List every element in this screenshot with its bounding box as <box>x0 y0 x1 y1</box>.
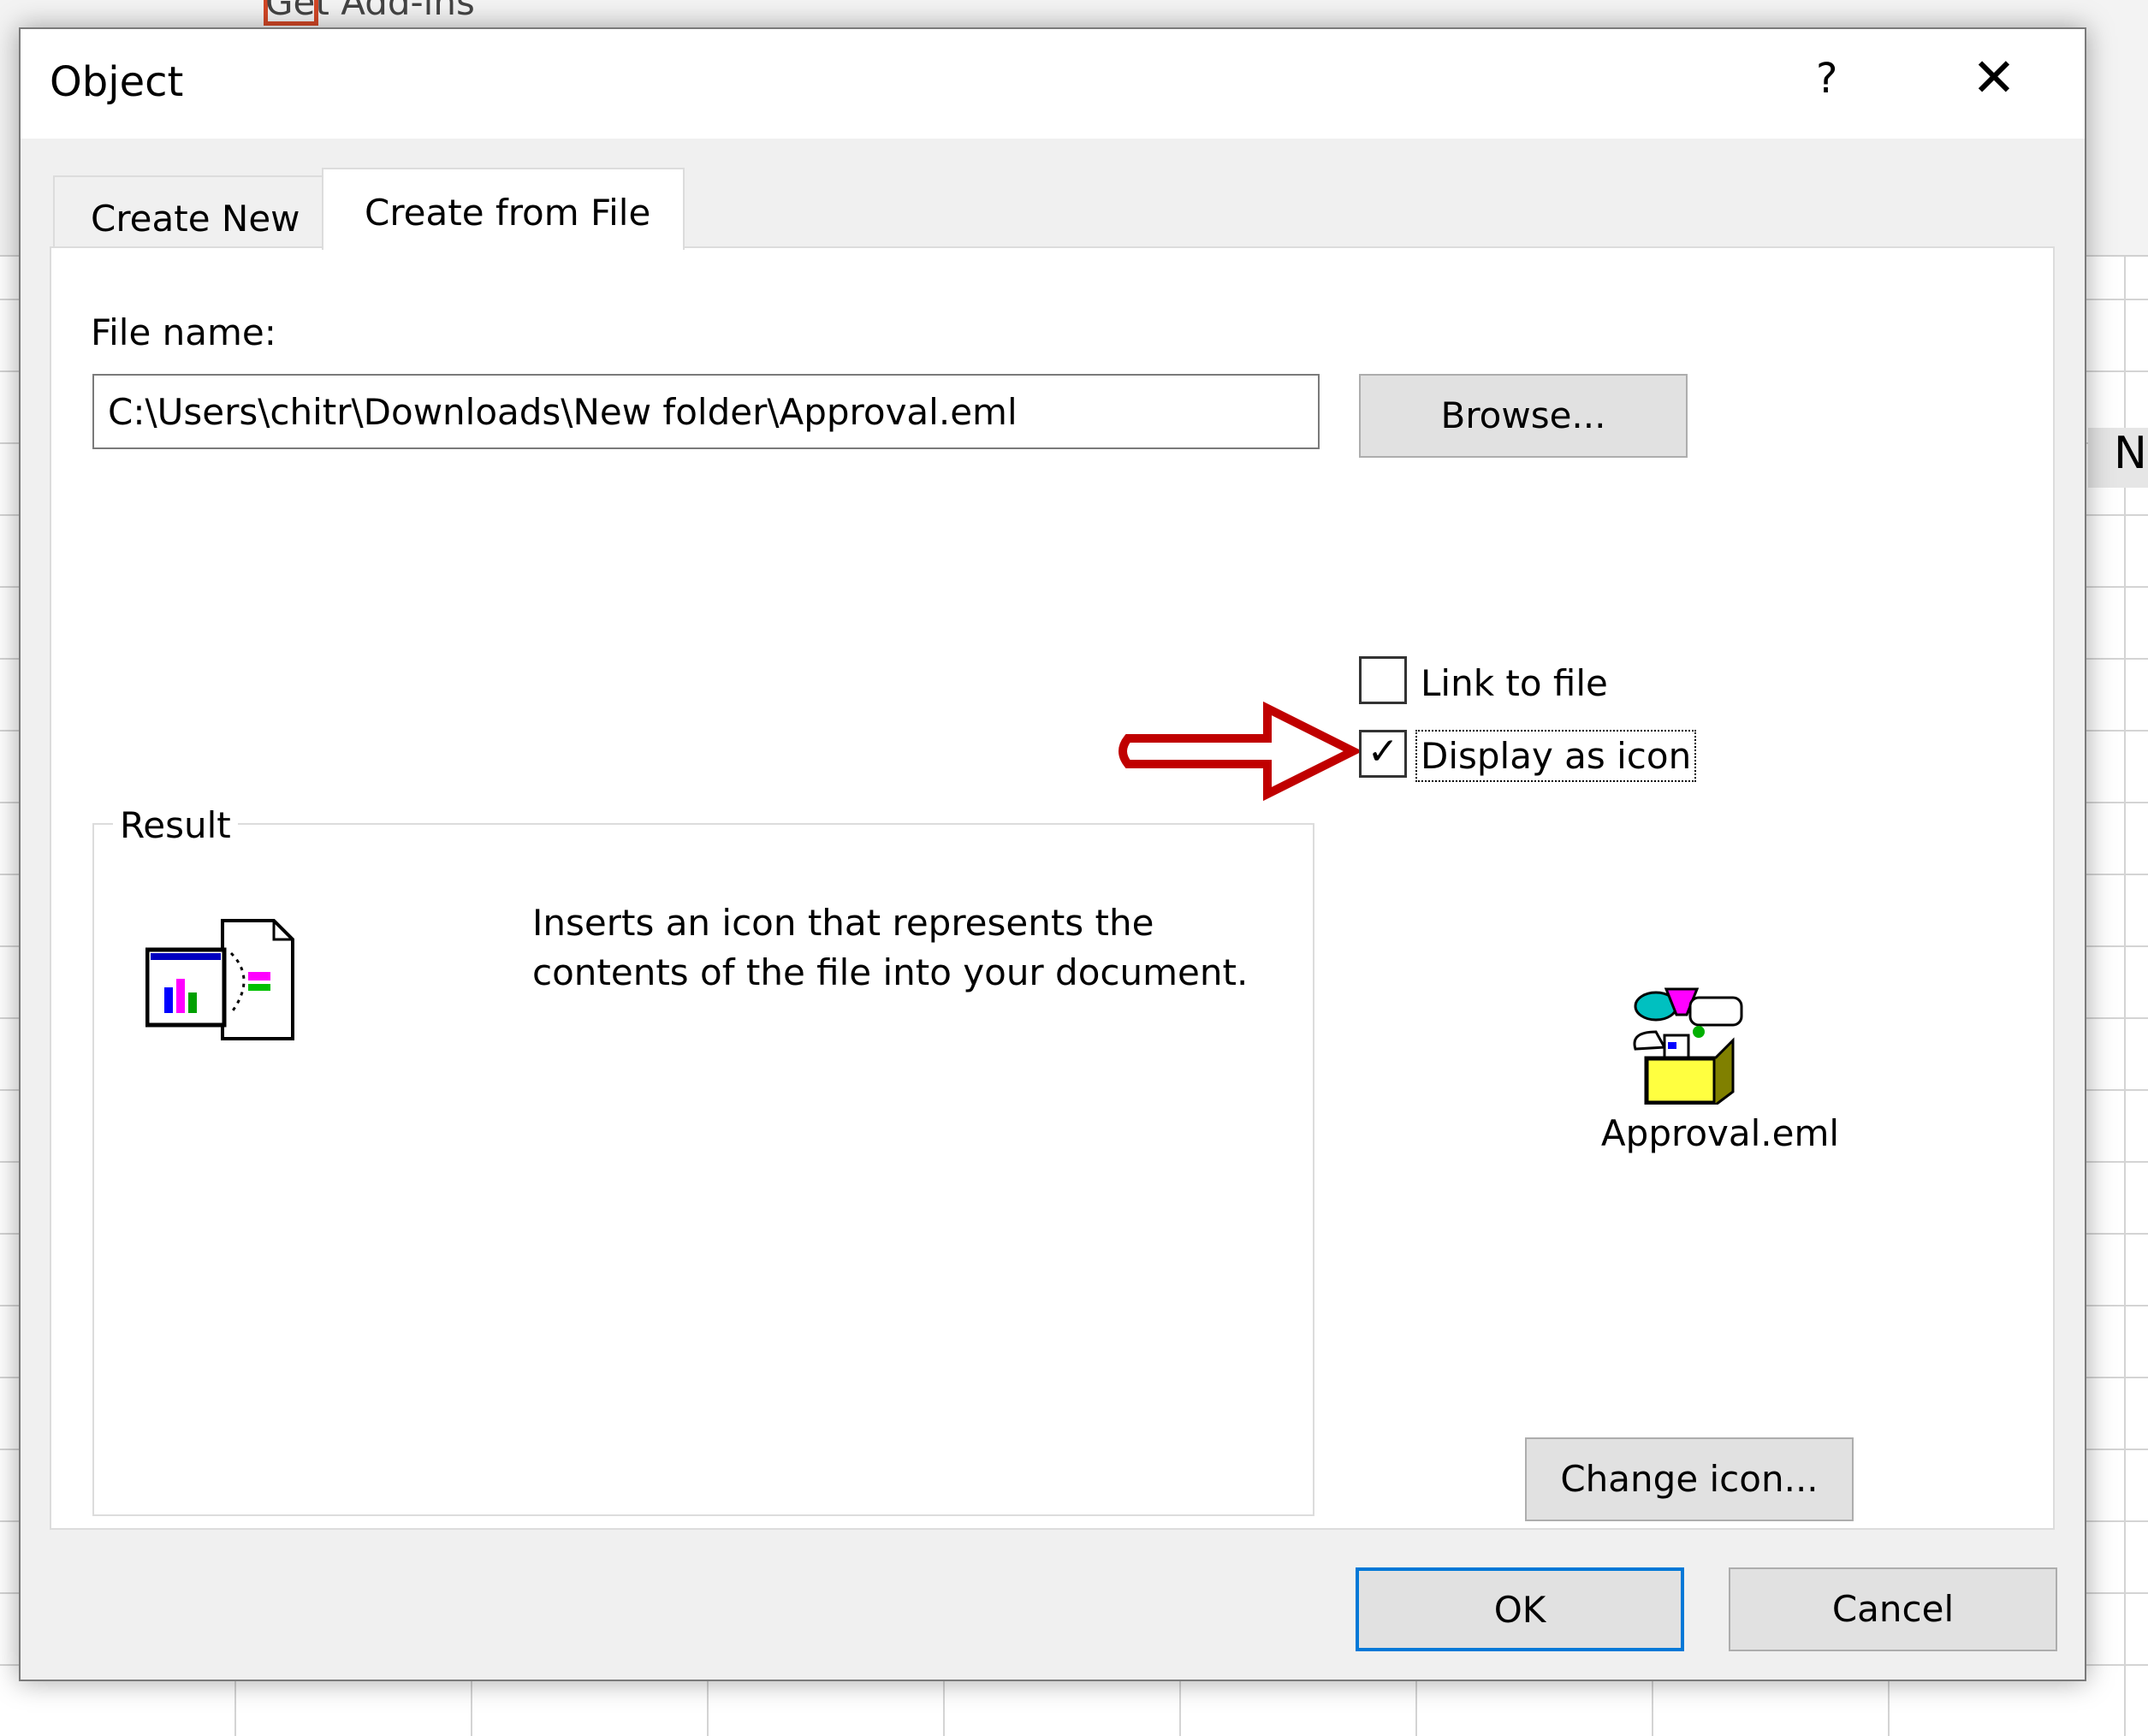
document-chart-icon <box>145 919 294 1040</box>
column-header-n[interactable]: N <box>2088 428 2148 488</box>
title-bar: Object ? ✕ <box>21 29 2085 139</box>
tab-create-from-file[interactable]: Create from File <box>322 168 685 250</box>
file-name-label: File name: <box>91 311 276 353</box>
tab-create-new[interactable]: Create New <box>53 175 323 248</box>
cancel-button[interactable]: Cancel <box>1729 1567 2057 1651</box>
dialog-title: Object <box>50 58 184 106</box>
display-as-icon-label[interactable]: Display as icon <box>1415 730 1697 782</box>
display-as-icon-checkbox[interactable]: ✓ <box>1359 730 1407 778</box>
get-addins-button[interactable]: Get Add-ins <box>265 0 475 23</box>
object-dialog: Object ? ✕ Create New Create from File F… <box>19 27 2086 1681</box>
package-icon <box>1633 987 1743 1105</box>
red-arrow-annotation <box>1119 701 1363 802</box>
help-button[interactable]: ? <box>1816 55 1837 103</box>
close-button[interactable]: ✕ <box>1972 46 2016 109</box>
result-description: Inserts an icon that represents the cont… <box>532 902 1249 993</box>
browse-button[interactable]: Browse... <box>1359 374 1688 458</box>
link-to-file-checkbox[interactable] <box>1359 656 1407 704</box>
icon-caption: Approval.eml <box>1600 1112 1840 1154</box>
change-icon-button[interactable]: Change icon... <box>1525 1437 1854 1521</box>
link-to-file-label[interactable]: Link to file <box>1421 662 1608 704</box>
file-name-input[interactable] <box>92 374 1320 449</box>
ok-button[interactable]: OK <box>1356 1567 1684 1651</box>
tab-panel: File name: Browse... Link to file ✓ Disp… <box>50 246 2055 1530</box>
result-legend: Result <box>113 804 238 846</box>
